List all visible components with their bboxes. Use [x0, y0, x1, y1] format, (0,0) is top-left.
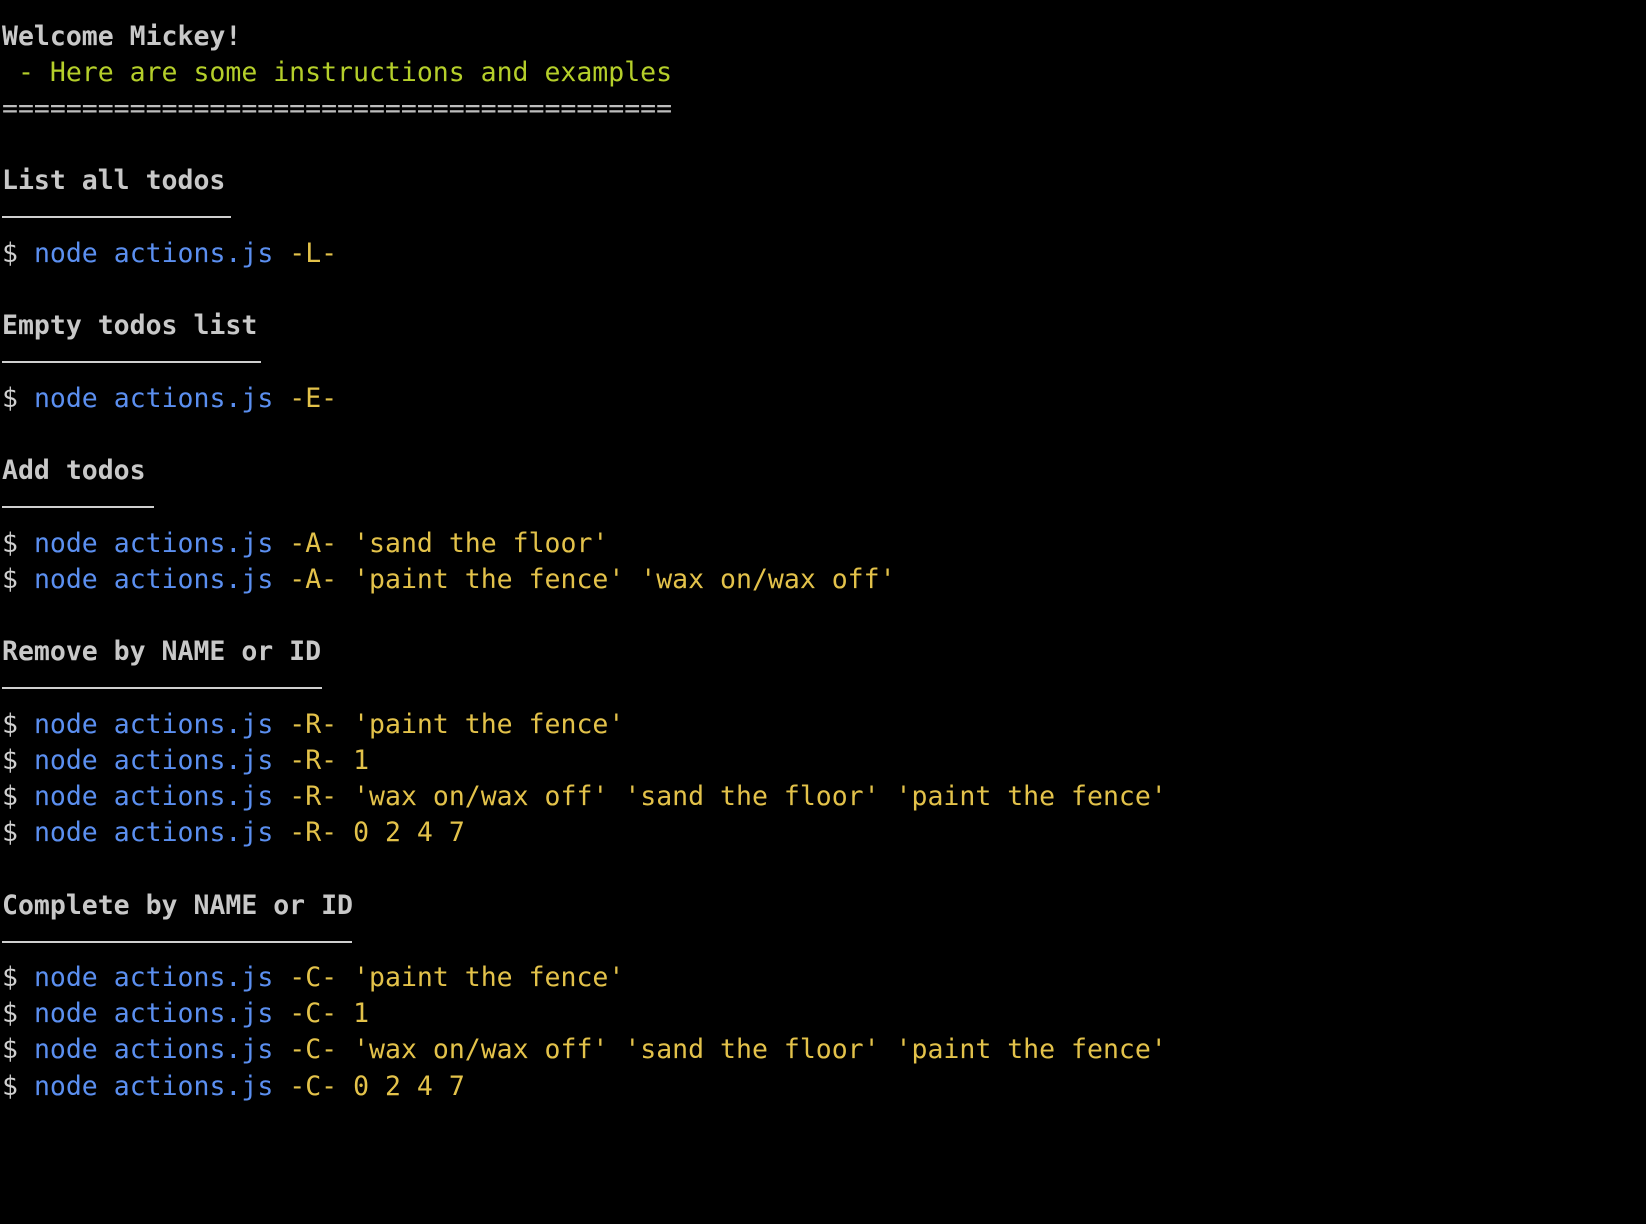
prompt-symbol: $: [2, 962, 18, 993]
command-name: node: [33, 781, 98, 812]
command-flag: -C-: [289, 1071, 338, 1102]
command-name: node: [33, 817, 98, 848]
command-args: 0 2 4 7: [353, 1071, 465, 1102]
section-title-complete: Complete by NAME or ID: [2, 890, 353, 921]
command-flag: -R-: [289, 781, 338, 812]
section-title-empty-list: Empty todos list: [2, 310, 258, 341]
script-name: actions.js: [113, 1071, 274, 1102]
header-divider: ========================================…: [2, 93, 673, 124]
command-name: node: [33, 238, 98, 269]
section-underline: [2, 361, 261, 363]
command-name: node: [33, 528, 98, 559]
script-name: actions.js: [113, 1034, 274, 1065]
command-flag: -C-: [289, 1034, 338, 1065]
command-line: $ node actions.js -C- 'wax on/wax off' '…: [2, 1031, 1167, 1069]
section-underline: [2, 216, 231, 218]
command-line: $ node actions.js -L-: [2, 235, 337, 273]
prompt-symbol: $: [2, 709, 18, 740]
command-flag: -A-: [289, 564, 338, 595]
command-name: node: [33, 564, 98, 595]
prompt-symbol: $: [2, 383, 18, 414]
command-flag: -A-: [289, 528, 338, 559]
command-name: node: [33, 383, 98, 414]
command-name: node: [33, 998, 98, 1029]
script-name: actions.js: [113, 745, 274, 776]
welcome-heading: Welcome Mickey!: [2, 21, 242, 52]
command-name: node: [33, 745, 98, 776]
prompt-symbol: $: [2, 238, 18, 269]
section-underline: [2, 506, 154, 508]
script-name: actions.js: [113, 528, 274, 559]
script-name: actions.js: [113, 709, 274, 740]
script-name: actions.js: [113, 383, 274, 414]
command-args: 1: [353, 745, 370, 776]
prompt-symbol: $: [2, 781, 18, 812]
terminal-window: Welcome Mickey! - Here are some instruct…: [0, 0, 1646, 1224]
script-name: actions.js: [113, 962, 274, 993]
command-args: 'wax on/wax off' 'sand the floor' 'paint…: [353, 781, 1167, 812]
prompt-symbol: $: [2, 528, 18, 559]
section-title-remove: Remove by NAME or ID: [2, 636, 322, 667]
command-line: $ node actions.js -R- 0 2 4 7: [2, 814, 465, 852]
command-line: $ node actions.js -C- 1: [2, 995, 369, 1033]
instructions-subtitle: - Here are some instructions and example…: [2, 57, 673, 88]
command-flag: -C-: [289, 998, 338, 1029]
command-flag: -L-: [289, 238, 338, 269]
command-line: $ node actions.js -R- 'paint the fence': [2, 706, 624, 744]
prompt-symbol: $: [2, 745, 18, 776]
prompt-symbol: $: [2, 1071, 18, 1102]
command-line: $ node actions.js -A- 'paint the fence' …: [2, 561, 896, 599]
command-line: $ node actions.js -R- 'wax on/wax off' '…: [2, 778, 1167, 816]
command-args: 0 2 4 7: [353, 817, 465, 848]
section-underline: [2, 941, 352, 943]
command-args: 'sand the floor': [353, 528, 609, 559]
command-line: $ node actions.js -C- 0 2 4 7: [2, 1068, 465, 1106]
prompt-symbol: $: [2, 1034, 18, 1065]
command-line: $ node actions.js -A- 'sand the floor': [2, 525, 608, 563]
command-line: $ node actions.js -C- 'paint the fence': [2, 959, 624, 997]
command-flag: -R-: [289, 745, 338, 776]
command-args: 'wax on/wax off' 'sand the floor' 'paint…: [353, 1034, 1167, 1065]
script-name: actions.js: [113, 564, 274, 595]
prompt-symbol: $: [2, 817, 18, 848]
command-flag: -C-: [289, 962, 338, 993]
script-name: actions.js: [113, 238, 274, 269]
script-name: actions.js: [113, 781, 274, 812]
script-name: actions.js: [113, 998, 274, 1029]
command-args: 'paint the fence' 'wax on/wax off': [353, 564, 896, 595]
command-args: 'paint the fence': [353, 962, 625, 993]
prompt-symbol: $: [2, 998, 18, 1029]
section-underline: [2, 687, 322, 689]
script-name: actions.js: [113, 817, 274, 848]
command-name: node: [33, 709, 98, 740]
command-args: 'paint the fence': [353, 709, 625, 740]
command-flag: -R-: [289, 817, 338, 848]
prompt-symbol: $: [2, 564, 18, 595]
command-flag: -R-: [289, 709, 338, 740]
command-line: $ node actions.js -R- 1: [2, 742, 369, 780]
command-flag: -E-: [289, 383, 338, 414]
section-title-list-all: List all todos: [2, 165, 226, 196]
command-line: $ node actions.js -E-: [2, 380, 337, 418]
command-name: node: [33, 962, 98, 993]
command-args: 1: [353, 998, 370, 1029]
command-name: node: [33, 1071, 98, 1102]
command-name: node: [33, 1034, 98, 1065]
section-title-add-todos: Add todos: [2, 455, 146, 486]
